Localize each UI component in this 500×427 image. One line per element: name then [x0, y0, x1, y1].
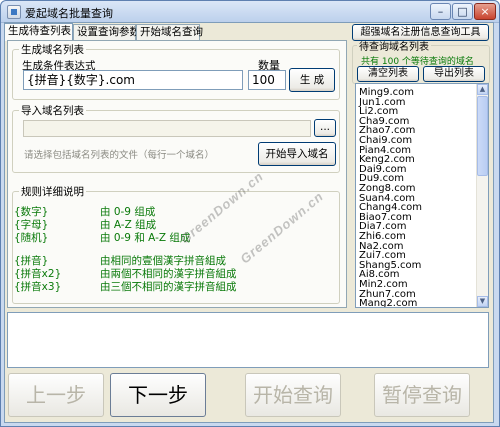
log-area[interactable]: [7, 312, 489, 368]
import-group-label: 导入域名列表: [21, 105, 84, 117]
tab-start-query[interactable]: 开始域名查询: [136, 24, 203, 40]
close-button[interactable]: ×: [474, 3, 496, 20]
rule-row: {拼音} 由相同的壹個漢字拼音組成: [14, 255, 226, 267]
rule-row: {拼音x3} 由三個不相同的漢字拼音組成: [14, 281, 237, 293]
domain-list-item[interactable]: Mang2.com: [359, 298, 417, 307]
generate-group-label: 生成域名列表: [21, 44, 84, 56]
import-button[interactable]: 开始导入域名: [258, 142, 336, 166]
expr-input[interactable]: {拼音}{数字}.com: [23, 70, 243, 90]
export-list-button[interactable]: 导出列表: [423, 66, 485, 82]
list-scrollbar[interactable]: ▲ ▼: [476, 84, 488, 307]
pending-group-label: 待查询域名列表: [359, 42, 429, 53]
start-query-button[interactable]: 开始查询: [245, 373, 341, 417]
domain-list[interactable]: ▲ ▼ Ming9.com Jun1.com Li2.com Cha9.com Zhao…: [355, 83, 489, 308]
maximize-button[interactable]: □: [452, 3, 473, 20]
rules-group-label: 规则详细说明: [21, 186, 84, 198]
import-hint: 请选择包括域名列表的文件（每行一个域名）: [24, 150, 215, 161]
app-icon: [7, 5, 21, 19]
scroll-thumb[interactable]: [477, 96, 488, 176]
qty-input[interactable]: 100: [248, 70, 286, 90]
title-bar: 爱起域名批量查询 – □ ×: [1, 1, 499, 23]
import-path-input[interactable]: [23, 120, 311, 137]
rule-row: {拼音x2} 由兩個不相同的漢字拼音組成: [14, 268, 237, 280]
prev-step-button[interactable]: 上一步: [8, 373, 104, 417]
rule-row: {随机} 由 0-9 和 A-Z 组成: [14, 232, 191, 244]
rule-row: {字母} 由 A-Z 组成: [14, 219, 157, 231]
generate-button[interactable]: 生 成: [289, 68, 335, 92]
pause-query-button[interactable]: 暂停查询: [374, 373, 470, 417]
next-step-button[interactable]: 下一步: [110, 373, 206, 417]
tab-query-settings[interactable]: 设置查询参数: [73, 24, 140, 40]
window-title: 爱起域名批量查询: [25, 7, 113, 20]
tab-generate-list[interactable]: 生成待查列表: [4, 23, 73, 41]
browse-button[interactable]: ...: [314, 119, 336, 137]
scroll-down-icon[interactable]: ▼: [477, 296, 488, 307]
rule-row: {数字} 由 0-9 组成: [14, 206, 156, 218]
clear-list-button[interactable]: 清空列表: [357, 66, 419, 82]
minimize-button[interactable]: –: [430, 3, 451, 20]
scroll-up-icon[interactable]: ▲: [477, 84, 488, 95]
